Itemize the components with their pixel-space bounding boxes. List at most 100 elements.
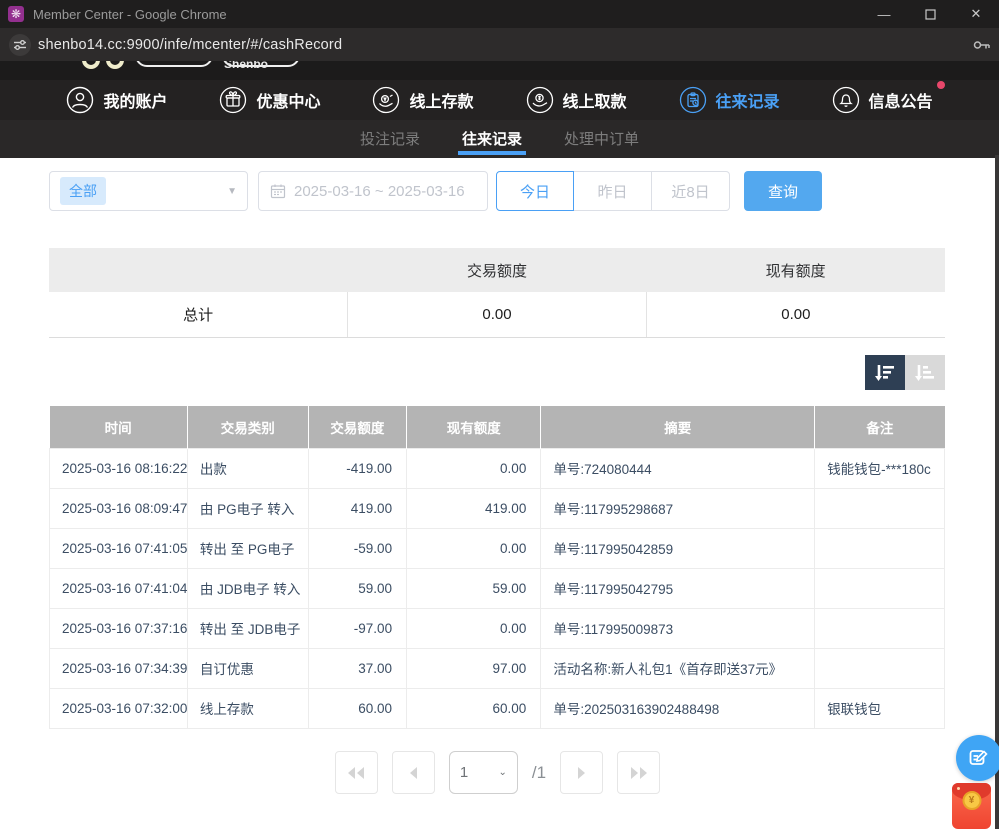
- cell-remark: [815, 488, 945, 528]
- sort-descending-icon: [874, 363, 896, 383]
- cell-time: 2025-03-16 07:32:00: [50, 688, 188, 728]
- type-select[interactable]: 全部 ▼: [49, 171, 248, 211]
- cell-balance: 60.00: [407, 688, 541, 728]
- calendar-icon: [270, 183, 286, 199]
- bell-icon: [832, 86, 860, 114]
- cell-time: 2025-03-16 08:09:47: [50, 488, 188, 528]
- compose-icon: [968, 747, 990, 769]
- filter-row: 全部 ▼ 2025-03-16 ~ 2025-03-16 今日 昨日 近8日 查…: [49, 171, 822, 211]
- nav-item-announcements[interactable]: 信息公告: [832, 86, 933, 114]
- password-key-icon[interactable]: [973, 39, 991, 51]
- cell-type: 线上存款: [187, 688, 308, 728]
- page-select[interactable]: 1 ⌄: [449, 751, 518, 794]
- cell-balance: 59.00: [407, 568, 541, 608]
- date-range-input[interactable]: 2025-03-16 ~ 2025-03-16: [258, 171, 488, 211]
- url-text[interactable]: shenbo14.cc:9900/infe/mcenter/#/cashReco…: [38, 37, 342, 53]
- window-titlebar: ❋ Member Center - Google Chrome — ✕: [0, 0, 999, 28]
- site-logo-sliver: Shenbo: [0, 61, 999, 80]
- content-area: 全部 ▼ 2025-03-16 ~ 2025-03-16 今日 昨日 近8日 查…: [0, 158, 995, 829]
- nav-item-promo-center[interactable]: 优惠中心: [219, 86, 320, 114]
- page-select-value: 1: [460, 764, 468, 781]
- last-page-button[interactable]: [617, 751, 660, 794]
- cell-summary: 活动名称:新人礼包1《首存即送37元》: [541, 648, 815, 688]
- withdraw-icon: [526, 86, 554, 114]
- nav-label: 信息公告: [869, 88, 933, 112]
- record-tabs: 投注记录 往来记录 处理中订单: [0, 120, 999, 158]
- summary-header-balance: 现有额度: [646, 248, 945, 292]
- summary-header-empty: [49, 248, 348, 292]
- header-balance: 现有额度: [407, 406, 541, 448]
- tab-pending-orders[interactable]: 处理中订单: [558, 120, 645, 155]
- chevron-down-icon: ▼: [227, 186, 237, 197]
- header-remark: 备注: [815, 406, 945, 448]
- last-8-days-button[interactable]: 近8日: [652, 171, 730, 211]
- site-settings-icon[interactable]: [9, 34, 31, 56]
- chevron-down-icon: ⌄: [499, 767, 507, 778]
- sort-controls: [865, 355, 945, 390]
- cell-balance: 419.00: [407, 488, 541, 528]
- tab-bet-record[interactable]: 投注记录: [354, 120, 426, 155]
- next-page-button[interactable]: [560, 751, 603, 794]
- nav-item-cash-record[interactable]: 往来记录: [679, 86, 780, 114]
- page-total: /1: [532, 763, 546, 783]
- cell-amount: -59.00: [308, 528, 406, 568]
- nav-label: 线上存款: [409, 88, 473, 112]
- tab-cash-record[interactable]: 往来记录: [456, 120, 528, 155]
- cell-balance: 0.00: [407, 448, 541, 488]
- cell-time: 2025-03-16 07:37:16: [50, 608, 188, 648]
- cell-amount: -419.00: [308, 448, 406, 488]
- deposit-icon: [372, 86, 400, 114]
- nav-label: 线上取款: [563, 88, 627, 112]
- previous-page-button[interactable]: [392, 751, 435, 794]
- first-page-button[interactable]: [335, 751, 378, 794]
- cell-balance: 0.00: [407, 528, 541, 568]
- cell-time: 2025-03-16 07:34:39: [50, 648, 188, 688]
- summary-balance-total: 0.00: [646, 292, 945, 337]
- sort-descending-button[interactable]: [865, 355, 905, 390]
- maximize-button[interactable]: [907, 0, 953, 28]
- pagination: 1 ⌄ /1: [0, 751, 995, 794]
- nav-item-online-deposit[interactable]: 线上存款: [372, 86, 473, 114]
- sort-ascending-icon: [914, 363, 936, 383]
- table-row: 2025-03-16 08:09:47由 PG电子 转入419.00419.00…: [50, 488, 945, 528]
- header-amount: 交易额度: [308, 406, 406, 448]
- cell-type: 自订优惠: [187, 648, 308, 688]
- cell-remark: [815, 568, 945, 608]
- window-right-edge: [995, 155, 999, 829]
- nav-item-my-account[interactable]: 我的账户: [66, 86, 167, 114]
- minimize-button[interactable]: —: [861, 0, 907, 28]
- header-type: 交易类别: [187, 406, 308, 448]
- header-time: 时间: [50, 406, 188, 448]
- quick-date-group: 今日 昨日 近8日: [496, 171, 730, 211]
- sort-ascending-button[interactable]: [905, 355, 945, 390]
- close-button[interactable]: ✕: [953, 0, 999, 28]
- cell-remark: [815, 648, 945, 688]
- nav-label: 优惠中心: [256, 88, 320, 112]
- type-select-value: 全部: [60, 177, 106, 205]
- cell-summary: 单号:117995042859: [541, 528, 815, 568]
- main-navigation: 我的账户 优惠中心 线上存款 线上取款 往来记录 信息公告: [0, 80, 999, 120]
- summary-total-label: 总计: [49, 292, 348, 337]
- cell-balance: 0.00: [407, 608, 541, 648]
- search-button[interactable]: 查询: [744, 171, 822, 211]
- yesterday-button[interactable]: 昨日: [574, 171, 652, 211]
- summary-header-transaction: 交易额度: [348, 248, 647, 292]
- user-icon: [66, 86, 94, 114]
- cell-amount: 37.00: [308, 648, 406, 688]
- table-row: 2025-03-16 07:32:00线上存款60.0060.00单号:2025…: [50, 688, 945, 728]
- cell-type: 转出 至 PG电子: [187, 528, 308, 568]
- cell-amount: 59.00: [308, 568, 406, 608]
- gold-coin-icon: ¥: [962, 791, 981, 810]
- message-compose-button[interactable]: [956, 735, 999, 781]
- cell-summary: 单号:117995042795: [541, 568, 815, 608]
- cash-record-table: 时间 交易类别 交易额度 现有额度 摘要 备注 2025-03-16 08:16…: [49, 406, 945, 729]
- today-button[interactable]: 今日: [496, 171, 574, 211]
- red-packet-button[interactable]: ¥: [952, 783, 991, 829]
- address-bar[interactable]: shenbo14.cc:9900/infe/mcenter/#/cashReco…: [0, 28, 999, 61]
- notification-badge: [937, 81, 945, 89]
- next-page-icon: [577, 766, 587, 780]
- nav-item-online-withdraw[interactable]: 线上取款: [526, 86, 627, 114]
- cell-type: 出款: [187, 448, 308, 488]
- window-title: Member Center - Google Chrome: [33, 7, 227, 22]
- table-row: 2025-03-16 08:16:22出款-419.000.00单号:72408…: [50, 448, 945, 488]
